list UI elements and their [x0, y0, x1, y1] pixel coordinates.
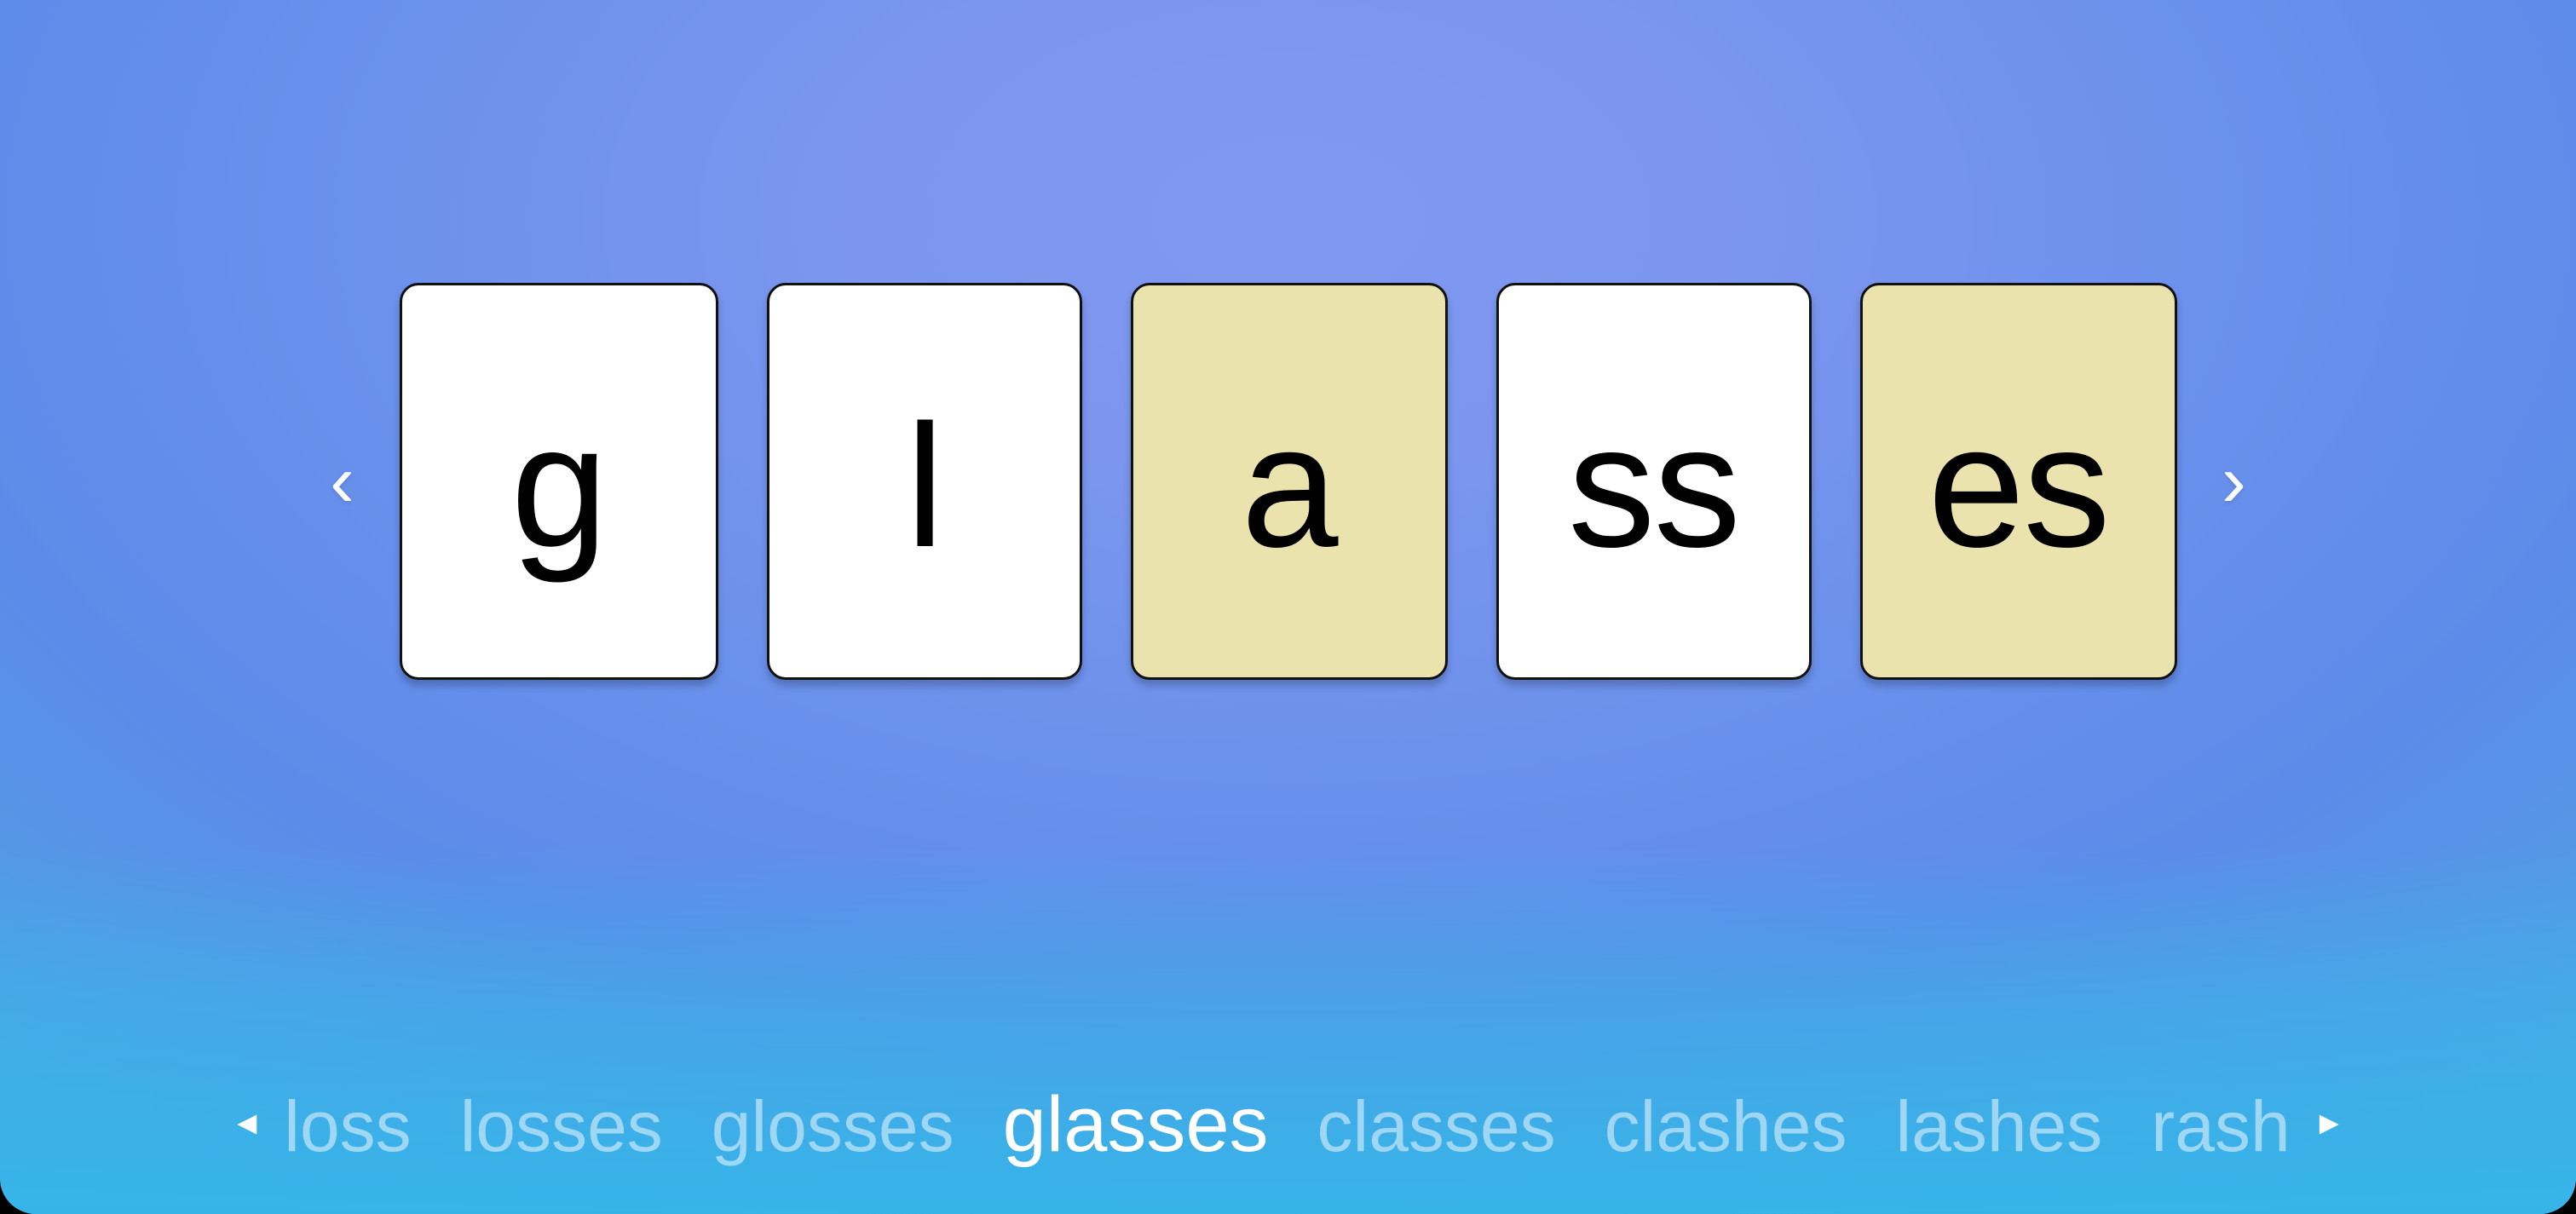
word-item[interactable]: lashes [1895, 1090, 2102, 1162]
word-item-active[interactable]: glasses [1003, 1085, 1269, 1164]
scroll-left-triangle-icon[interactable]: ◂ [218, 1102, 275, 1141]
letter-tiles-list: g l a ss es [399, 283, 2177, 680]
chevron-left-icon[interactable]: ‹ [304, 430, 381, 532]
word-item[interactable]: glosses [712, 1090, 954, 1162]
word-item[interactable]: loss [284, 1090, 411, 1162]
letter-tile[interactable]: ss [1495, 283, 1812, 680]
word-strip: ◂ loss losses glosses glasses classes cl… [0, 1035, 2576, 1214]
word-item[interactable]: classes [1317, 1090, 1556, 1162]
letter-tile[interactable]: a [1130, 283, 1448, 680]
letter-tile-text: ss [1568, 388, 1741, 584]
word-item[interactable]: clashes [1605, 1090, 1847, 1162]
letter-tile[interactable]: g [399, 283, 718, 680]
letter-tile-text: g [510, 388, 608, 584]
letter-tile-text: l [905, 388, 945, 584]
letter-tiles-area: ‹ g l a ss es › [0, 281, 2576, 682]
letter-tile-text: a [1241, 388, 1338, 584]
app-root: ‹ g l a ss es › ◂ loss losses glosses gl… [0, 0, 2576, 1214]
chevron-right-icon[interactable]: › [2196, 430, 2273, 532]
scroll-right-triangle-icon[interactable]: ▸ [2301, 1102, 2358, 1141]
letter-tile[interactable]: l [766, 283, 1082, 680]
word-item[interactable]: losses [460, 1090, 663, 1162]
word-item[interactable]: rash [2151, 1090, 2290, 1162]
letter-tile-text: es [1928, 388, 2111, 584]
word-list: loss losses glosses glasses classes clas… [284, 1085, 2290, 1164]
letter-tile[interactable]: es [1859, 283, 2177, 680]
